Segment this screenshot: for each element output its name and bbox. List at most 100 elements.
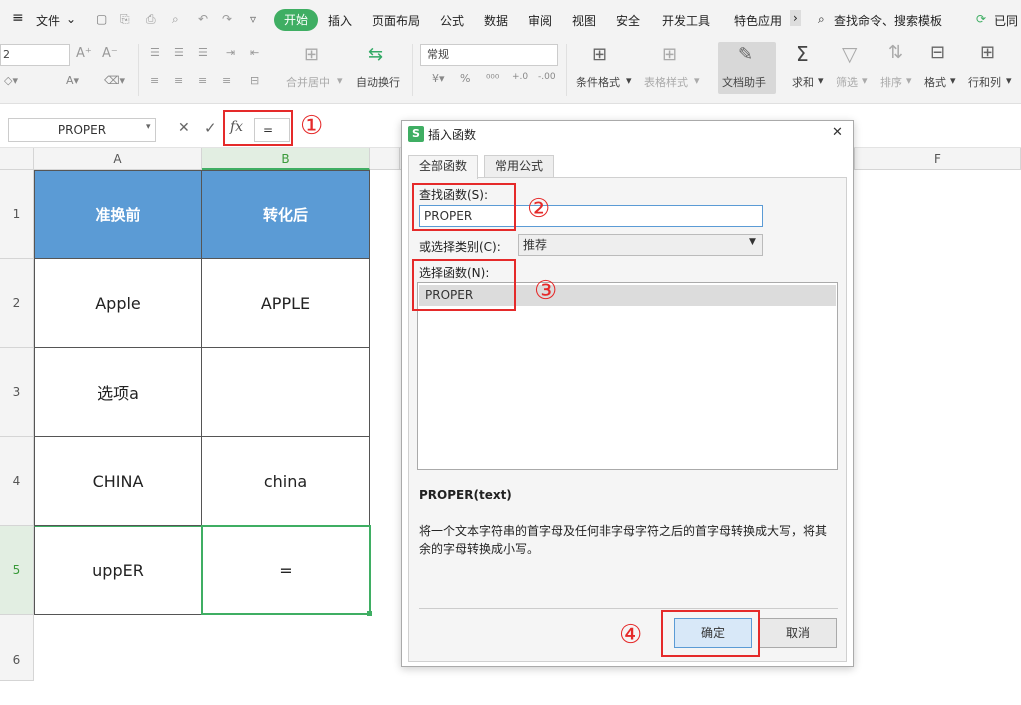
command-search[interactable]: 查找命令、搜索模板 bbox=[834, 12, 942, 29]
doc-assistant-button[interactable]: 文档助手 bbox=[722, 74, 766, 90]
tab-view[interactable]: 视图 bbox=[572, 12, 596, 29]
font-color-icon[interactable]: A▾ bbox=[66, 74, 79, 87]
tab-special[interactable]: 特色应用 bbox=[734, 12, 782, 29]
close-icon[interactable]: ✕ bbox=[832, 125, 843, 140]
align-right-icon[interactable]: ≡ bbox=[198, 74, 207, 87]
row-header-3[interactable]: 3 bbox=[0, 348, 33, 437]
percent-icon[interactable]: % bbox=[460, 72, 470, 85]
justify-icon[interactable]: ≡ bbox=[222, 74, 231, 87]
align-middle-icon[interactable]: ☰ bbox=[174, 46, 184, 59]
column-header-f[interactable]: F bbox=[854, 148, 1021, 170]
row-col-dropdown-icon[interactable]: ▾ bbox=[1006, 74, 1012, 87]
merge-icon[interactable]: ⊞ bbox=[304, 44, 319, 65]
align-top-icon[interactable]: ☰ bbox=[150, 46, 160, 59]
sort-dropdown-icon[interactable]: ▾ bbox=[906, 74, 912, 87]
tab-all-functions[interactable]: 全部函数 bbox=[408, 155, 479, 179]
outdent-icon[interactable]: ⇤ bbox=[250, 46, 259, 59]
align-center-icon[interactable]: ≡ bbox=[174, 74, 183, 87]
save-icon[interactable]: ▢ bbox=[96, 12, 107, 26]
format-icon[interactable]: ⊟ bbox=[930, 42, 945, 63]
fill-color-icon[interactable]: ◇▾ bbox=[4, 74, 18, 87]
font-size-select[interactable]: 2 bbox=[0, 44, 70, 66]
cancel-icon[interactable]: ✕ bbox=[178, 120, 190, 136]
hamburger-icon[interactable]: ≡ bbox=[12, 10, 24, 26]
tab-review[interactable]: 审阅 bbox=[528, 12, 552, 29]
dialog-titlebar[interactable]: S 插入函数 ✕ bbox=[402, 121, 853, 147]
search-icon[interactable]: ⌕ bbox=[818, 12, 825, 27]
decrease-decimal-icon[interactable]: -.00 bbox=[538, 72, 556, 82]
row-header-5[interactable]: 5 bbox=[0, 526, 33, 615]
preview-icon[interactable]: ⌕ bbox=[172, 12, 179, 27]
tab-developer[interactable]: 开发工具 bbox=[662, 12, 710, 29]
more-icon[interactable]: ▿ bbox=[250, 12, 256, 26]
conditional-dropdown-icon[interactable]: ▾ bbox=[626, 74, 632, 87]
redo-icon[interactable]: ↷ bbox=[222, 12, 232, 26]
cell-a4[interactable]: CHINA bbox=[34, 437, 202, 526]
file-menu[interactable]: 文件 bbox=[36, 12, 60, 29]
sum-icon[interactable]: Σ bbox=[796, 42, 809, 66]
chevron-right-icon[interactable]: › bbox=[790, 10, 801, 26]
merge-dropdown-icon[interactable]: ▾ bbox=[337, 74, 343, 87]
distribute-icon[interactable]: ⊟ bbox=[250, 74, 259, 87]
number-format-select[interactable]: 常规 bbox=[420, 44, 558, 66]
sync-icon[interactable]: ⟳ bbox=[976, 12, 986, 26]
sum-dropdown-icon[interactable]: ▾ bbox=[818, 74, 824, 87]
clear-format-icon[interactable]: ⌫▾ bbox=[104, 74, 125, 87]
align-bottom-icon[interactable]: ☰ bbox=[198, 46, 208, 59]
export-icon[interactable]: ⎘ bbox=[120, 12, 130, 27]
font-grow-icon[interactable]: A⁺ bbox=[76, 46, 92, 61]
tab-insert[interactable]: 插入 bbox=[328, 12, 352, 29]
row-header-6[interactable]: 6 bbox=[0, 615, 33, 681]
tab-common-formulas[interactable]: 常用公式 bbox=[484, 155, 555, 178]
cell-b2[interactable]: APPLE bbox=[202, 259, 370, 348]
fill-handle[interactable] bbox=[367, 611, 372, 616]
cell-b1[interactable]: 转化后 bbox=[202, 170, 370, 259]
undo-icon[interactable]: ↶ bbox=[198, 12, 208, 26]
conditional-format-button[interactable]: 条件格式 bbox=[576, 74, 620, 90]
conditional-format-icon[interactable]: ⊞ bbox=[592, 44, 607, 65]
filter-button[interactable]: 筛选 bbox=[836, 74, 858, 90]
tab-page-layout[interactable]: 页面布局 bbox=[372, 12, 420, 29]
row-col-icon[interactable]: ⊞ bbox=[980, 42, 995, 63]
format-dropdown-icon[interactable]: ▾ bbox=[950, 74, 956, 87]
column-header-a[interactable]: A bbox=[34, 148, 202, 170]
name-box-dropdown-icon[interactable]: ▾ bbox=[146, 122, 151, 132]
category-dropdown-icon[interactable]: ▼ bbox=[749, 237, 756, 247]
cell-a3[interactable]: 选项a bbox=[34, 348, 202, 437]
filter-dropdown-icon[interactable]: ▾ bbox=[862, 74, 868, 87]
table-style-icon[interactable]: ⊞ bbox=[662, 44, 677, 65]
table-style-button[interactable]: 表格样式 bbox=[644, 74, 688, 90]
thousands-icon[interactable]: ⁰⁰⁰ bbox=[486, 72, 499, 85]
chevron-down-icon[interactable]: ⌄ bbox=[66, 12, 76, 26]
cell-b3[interactable] bbox=[202, 348, 370, 437]
confirm-icon[interactable]: ✓ bbox=[204, 119, 217, 137]
doc-assistant-icon[interactable]: ✎ bbox=[738, 44, 753, 65]
format-button[interactable]: 格式 bbox=[924, 74, 946, 90]
increase-decimal-icon[interactable]: +.0 bbox=[512, 72, 528, 82]
row-col-button[interactable]: 行和列 bbox=[968, 74, 1001, 90]
table-style-dropdown-icon[interactable]: ▾ bbox=[694, 74, 700, 87]
tab-start[interactable]: 开始 bbox=[274, 9, 318, 31]
cell-a1[interactable]: 准换前 bbox=[34, 170, 202, 259]
select-all-corner[interactable] bbox=[0, 148, 34, 170]
filter-icon[interactable]: ▽ bbox=[842, 42, 857, 66]
sum-button[interactable]: 求和 bbox=[792, 74, 814, 90]
currency-icon[interactable]: ¥▾ bbox=[432, 72, 445, 85]
merge-center-button[interactable]: 合并居中 bbox=[286, 74, 330, 90]
wrap-icon[interactable]: ⇆ bbox=[368, 44, 383, 65]
column-header-c[interactable] bbox=[370, 148, 400, 170]
cell-b5-active[interactable]: = bbox=[201, 525, 371, 615]
font-shrink-icon[interactable]: A⁻ bbox=[102, 46, 118, 61]
tab-formulas[interactable]: 公式 bbox=[440, 12, 464, 29]
cancel-button[interactable]: 取消 bbox=[759, 618, 837, 648]
tab-security[interactable]: 安全 bbox=[616, 12, 640, 29]
wrap-text-button[interactable]: 自动换行 bbox=[356, 74, 400, 90]
align-left-icon[interactable]: ≡ bbox=[150, 74, 159, 87]
category-select[interactable]: 推荐 bbox=[518, 234, 763, 256]
cell-a2[interactable]: Apple bbox=[34, 259, 202, 348]
name-box[interactable]: PROPER bbox=[8, 118, 156, 142]
cell-b4[interactable]: china bbox=[202, 437, 370, 526]
tab-data[interactable]: 数据 bbox=[484, 12, 508, 29]
cell-a5[interactable]: uppER bbox=[34, 526, 202, 615]
sort-icon[interactable]: ⇅ bbox=[888, 42, 903, 63]
